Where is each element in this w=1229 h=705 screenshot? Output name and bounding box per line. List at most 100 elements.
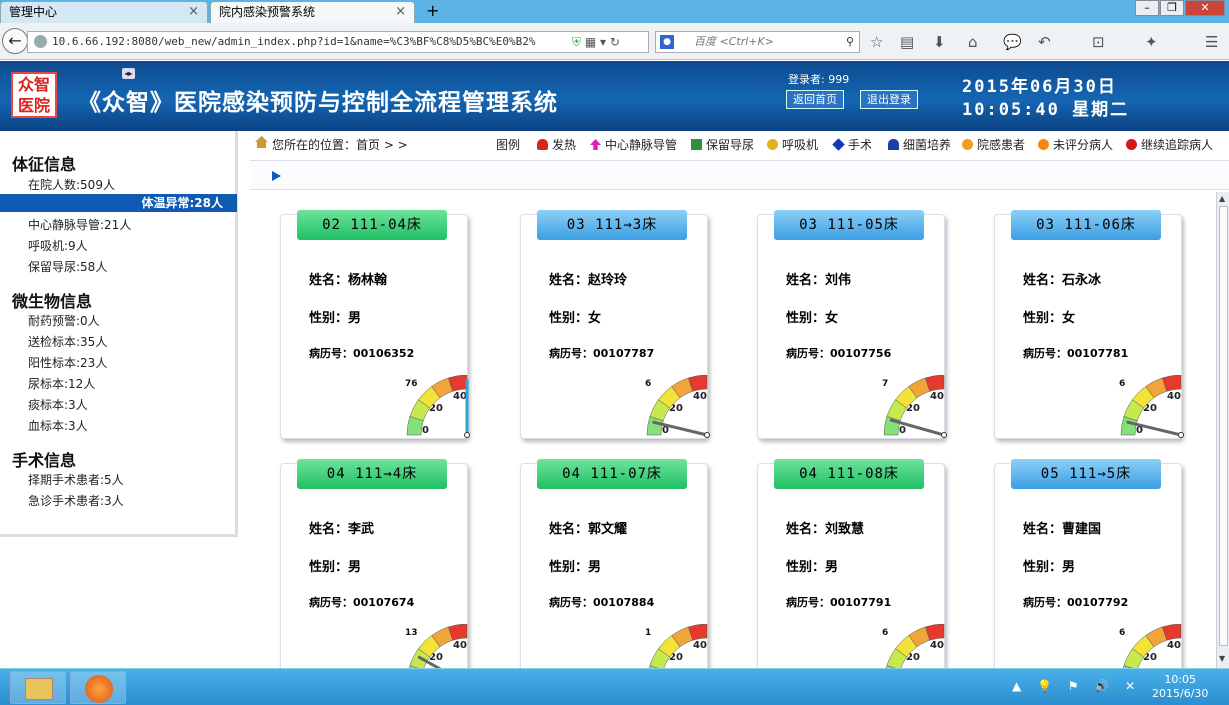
undo-icon[interactable]: ↶ xyxy=(1038,32,1051,52)
new-tab-button[interactable]: + xyxy=(426,1,439,21)
sidebar-item-sputum-samples[interactable]: 痰标本:3人 xyxy=(28,396,88,413)
search-icon[interactable]: ⚲ xyxy=(846,32,854,52)
sidebar-item-abnormal-temperature[interactable]: 体温异常:28人 xyxy=(0,194,237,212)
tab-close-icon[interactable]: × xyxy=(188,2,199,22)
tab-close-icon[interactable]: × xyxy=(395,2,406,22)
patient-gender: 性别：女 xyxy=(549,311,602,326)
scrollbar[interactable]: ▲ ▼ xyxy=(1216,192,1229,668)
patient-card[interactable]: 04 111→4床姓名：李武性别：男病历号：001076741340200 xyxy=(280,459,468,668)
firefox-button[interactable] xyxy=(70,671,126,704)
patient-name: 姓名：石永冰 xyxy=(1023,273,1102,288)
legend-fever: 发热 xyxy=(537,136,576,153)
patient-card[interactable]: 03 111→3床 姓名：赵玲玲 性别：女 病历号：00107787 6 40 20 0 xyxy=(520,210,710,439)
qr-icon[interactable]: ▦ xyxy=(585,35,596,49)
system-tray-icons[interactable]: ▲ 💡 ⚑ 🔊 ✕ xyxy=(1012,679,1141,693)
section-title-surgery: 手术信息 xyxy=(12,451,77,470)
address-url: 10.6.66.192:8080/web_new/admin_index.php… xyxy=(52,35,536,48)
sidebar-item-urinary-catheter[interactable]: 保留导尿:58人 xyxy=(28,258,107,275)
patient-card[interactable]: 05 111→5床姓名：曹建国性别：男病历号：00107792640200 xyxy=(994,459,1182,668)
home-button[interactable]: 返回首页 xyxy=(786,90,844,109)
risk-gauge xyxy=(883,375,947,438)
sidebar: 体征信息 在院人数:509人 体温异常:28人 中心静脉导管:21人 呼吸机:9… xyxy=(0,131,238,537)
patient-record-number: 病历号：00107756 xyxy=(786,347,892,360)
chat-icon[interactable]: 💬 xyxy=(1003,32,1022,52)
scroll-thumb[interactable] xyxy=(1219,206,1228,646)
shield-icon[interactable]: ⛨ xyxy=(572,35,581,49)
patient-record-number: 病历号：00107792 xyxy=(1023,596,1129,609)
minimize-button[interactable]: – xyxy=(1135,0,1159,16)
sidebar-item-blood-samples[interactable]: 血标本:3人 xyxy=(28,417,88,434)
patient-card[interactable]: 03 111-05床 姓名：刘伟 性别：女 病历号：00107756 7 40 20 0 xyxy=(757,210,947,439)
sidebar-item-drug-resistance[interactable]: 耐药预警:0人 xyxy=(28,312,100,329)
sidebar-item-ventilator[interactable]: 呼吸机:9人 xyxy=(28,237,88,254)
browser-tab-bar: 管理中心 × 院内感染预警系统 × + – ❐ ✕ xyxy=(0,0,1229,23)
patient-card[interactable]: 04 111-08床姓名：刘致慧性别：男病历号：00107791640200 xyxy=(757,459,945,668)
fever-icon xyxy=(537,139,548,150)
browser-tab-admin[interactable]: 管理中心 × xyxy=(0,1,208,23)
urinary-icon xyxy=(691,139,702,150)
breadcrumb[interactable]: 您所在的位置：首页 > > xyxy=(272,136,408,153)
firefox-icon xyxy=(85,675,113,703)
tab-label: 院内感染预警系统 xyxy=(219,5,316,19)
file-explorer-button[interactable] xyxy=(10,671,66,704)
logo: 众智 医院 xyxy=(11,72,57,118)
patient-card[interactable]: 02 111-04床 姓名：杨林翰 性别：男 病历号：00106352 76 40 20 0 xyxy=(280,210,470,439)
bed-label: 04 111→4床 xyxy=(297,459,447,489)
reading-list-icon[interactable]: ▤ xyxy=(900,32,914,52)
scroll-down-icon[interactable]: ▼ xyxy=(1219,654,1225,663)
sidebar-item-positive-samples[interactable]: 阳性标本:23人 xyxy=(28,354,107,371)
section-title-vitals: 体征信息 xyxy=(12,155,77,174)
catheter-icon xyxy=(590,139,601,150)
address-bar[interactable]: 10.6.66.192:8080/web_new/admin_index.php… xyxy=(27,31,649,53)
sidebar-item-central-venous[interactable]: 中心静脉导管:21人 xyxy=(28,216,131,233)
sidebar-item-samples-sent[interactable]: 送检标本:35人 xyxy=(28,333,107,350)
home-icon[interactable]: ⌂ xyxy=(968,32,978,52)
bookmark-star-icon[interactable]: ☆ xyxy=(870,32,883,52)
bed-label: 03 111-05床 xyxy=(774,210,924,240)
legend-culture: 细菌培养 xyxy=(888,136,951,153)
patient-gender: 性别：男 xyxy=(309,560,362,575)
gauge-hub xyxy=(941,432,947,438)
logout-button[interactable]: 退出登录 xyxy=(860,90,918,109)
search-input[interactable]: ● 百度 <Ctrl+K> ⚲ xyxy=(655,31,860,53)
patient-name: 姓名：杨林翰 xyxy=(309,273,388,288)
patient-card[interactable]: 04 111-07床姓名：郭文耀性别：男病历号：00107884140200 xyxy=(520,459,708,668)
patient-record-number: 病历号：00107791 xyxy=(786,596,892,609)
close-window-button[interactable]: ✕ xyxy=(1185,0,1225,16)
patient-card[interactable]: 03 111-06床 姓名：石永冰 性别：女 病历号：00107781 6 40 20 0 xyxy=(994,210,1184,439)
maximize-button[interactable]: ❐ xyxy=(1160,0,1184,16)
gauge-hub xyxy=(704,432,710,438)
browser-tab-warning-system[interactable]: 院内感染预警系统 × xyxy=(210,1,415,23)
collapse-toggle-icon[interactable]: ◂▸ xyxy=(122,68,135,79)
sidebar-item-elective-surgery[interactable]: 择期手术患者:5人 xyxy=(28,471,124,488)
culture-icon xyxy=(888,139,899,150)
menu-icon[interactable]: ☰ xyxy=(1205,32,1218,52)
breadcrumb-bar: 您所在的位置：首页 > > 图例 发热 中心静脉导管 保留导尿 呼吸机 手术 细… xyxy=(250,131,1229,155)
extension-icon[interactable]: ✦ xyxy=(1145,32,1158,52)
patient-gender: 性别：男 xyxy=(786,560,839,575)
patient-gender: 性别：女 xyxy=(1023,311,1076,326)
patient-gender: 性别：女 xyxy=(786,311,839,326)
taskbar-clock[interactable]: 10:05 2015/6/30 xyxy=(1152,673,1208,701)
header-time: 10:05:40 星期二 xyxy=(962,100,1130,120)
download-icon[interactable]: ⬇ xyxy=(933,32,946,52)
patient-record-number: 病历号：00107781 xyxy=(1023,347,1129,360)
dropdown-icon[interactable]: ▾ xyxy=(600,35,606,49)
legend-ventilator: 呼吸机 xyxy=(767,136,818,153)
gauge-hub xyxy=(1178,432,1184,438)
play-icon[interactable] xyxy=(272,171,281,181)
scroll-up-icon[interactable]: ▲ xyxy=(1219,194,1225,203)
reload-icon[interactable]: ↻ xyxy=(610,35,620,49)
sidebar-item-inpatients[interactable]: 在院人数:509人 xyxy=(28,176,115,193)
patient-gender: 性别：男 xyxy=(309,311,362,326)
crop-icon[interactable]: ⊡ xyxy=(1092,32,1105,52)
tracking-icon xyxy=(1126,139,1137,150)
sidebar-item-urine-samples[interactable]: 尿标本:12人 xyxy=(28,375,95,392)
sidebar-item-emergency-surgery[interactable]: 急诊手术患者:3人 xyxy=(28,492,124,509)
tab-label: 管理中心 xyxy=(9,5,58,19)
patient-record-number: 病历号：00106352 xyxy=(309,347,415,360)
patient-gender: 性别：男 xyxy=(1023,560,1076,575)
patient-name: 姓名：李武 xyxy=(309,522,375,537)
back-button[interactable]: ← xyxy=(2,28,28,54)
bed-label: 04 111-08床 xyxy=(774,459,924,489)
